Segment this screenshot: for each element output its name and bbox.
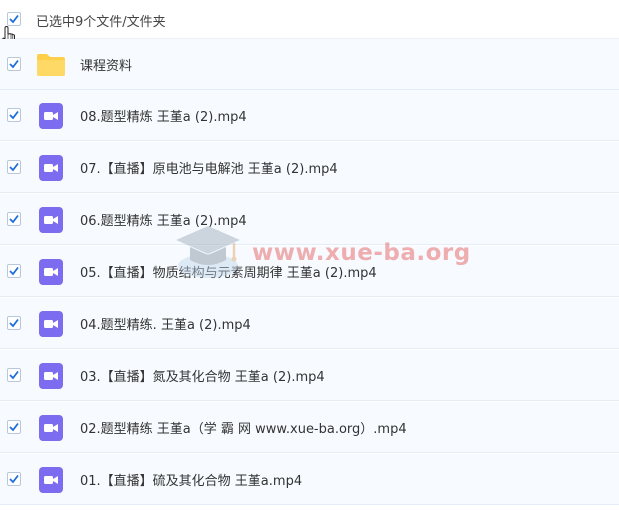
item-name[interactable]: 01.【直播】硫及其化合物 王堇a.mp4 bbox=[80, 470, 302, 489]
list-item-folder[interactable]: 课程资料 bbox=[0, 39, 619, 90]
checkmark-icon bbox=[9, 370, 19, 380]
item-checkbox[interactable] bbox=[7, 160, 21, 174]
list-item-video[interactable]: 04.题型精练. 王堇a (2).mp4 bbox=[0, 298, 619, 349]
list-item-video[interactable]: 05.【直播】物质结构与元素周期律 王堇a (2).mp4 bbox=[0, 246, 619, 297]
folder-icon bbox=[37, 54, 65, 76]
list-item-video[interactable]: 07.【直播】原电池与电解池 王堇a (2).mp4 bbox=[0, 142, 619, 193]
checkmark-icon bbox=[9, 110, 19, 120]
item-checkbox[interactable] bbox=[7, 420, 21, 434]
list-item-video[interactable]: 06.题型精炼 王堇a (2).mp4 bbox=[0, 194, 619, 245]
video-file-icon bbox=[39, 363, 63, 389]
item-checkbox[interactable] bbox=[7, 472, 21, 486]
checkmark-icon bbox=[9, 214, 19, 224]
list-item-video[interactable]: 02.题型精练 王堇a（学 霸 网 www.xue-ba.org）.mp4 bbox=[0, 402, 619, 453]
item-name[interactable]: 04.题型精练. 王堇a (2).mp4 bbox=[80, 314, 251, 333]
checkmark-icon bbox=[9, 59, 19, 69]
checkmark-icon bbox=[9, 266, 19, 276]
selection-count-label: 已选中9个文件/文件夹 bbox=[36, 15, 166, 30]
item-checkbox[interactable] bbox=[7, 212, 21, 226]
list-item-video[interactable]: 03.【直播】氮及其化合物 王堇a (2).mp4 bbox=[0, 350, 619, 401]
item-name[interactable]: 07.【直播】原电池与电解池 王堇a (2).mp4 bbox=[80, 158, 338, 177]
item-checkbox[interactable] bbox=[7, 108, 21, 122]
checkmark-icon bbox=[9, 422, 19, 432]
item-name[interactable]: 03.【直播】氮及其化合物 王堇a (2).mp4 bbox=[80, 366, 325, 385]
item-name[interactable]: 08.题型精炼 王堇a (2).mp4 bbox=[80, 106, 247, 125]
checkmark-icon bbox=[9, 318, 19, 328]
checkmark-icon bbox=[9, 474, 19, 484]
video-file-icon bbox=[39, 207, 63, 233]
item-name[interactable]: 05.【直播】物质结构与元素周期律 王堇a (2).mp4 bbox=[80, 262, 377, 281]
item-name[interactable]: 课程资料 bbox=[80, 55, 132, 74]
video-file-icon bbox=[39, 155, 63, 181]
checkmark-icon bbox=[9, 162, 19, 172]
file-list-page: 已选中9个文件/文件夹 课程资料 08.题型精炼 王堇a (2).mp4 07.… bbox=[0, 0, 619, 511]
video-file-icon bbox=[39, 467, 63, 493]
list-item-video[interactable]: 01.【直播】硫及其化合物 王堇a.mp4 bbox=[0, 454, 619, 505]
video-file-icon bbox=[39, 415, 63, 441]
list-item-video[interactable]: 08.题型精炼 王堇a (2).mp4 bbox=[0, 90, 619, 141]
item-name[interactable]: 02.题型精练 王堇a（学 霸 网 www.xue-ba.org）.mp4 bbox=[80, 418, 407, 437]
video-file-icon bbox=[39, 103, 63, 129]
select-all-checkbox[interactable] bbox=[7, 12, 21, 26]
selection-header: 已选中9个文件/文件夹 bbox=[0, 0, 619, 46]
checkmark-icon bbox=[9, 14, 19, 24]
item-checkbox[interactable] bbox=[7, 316, 21, 330]
item-checkbox[interactable] bbox=[7, 57, 21, 71]
video-file-icon bbox=[39, 311, 63, 337]
item-checkbox[interactable] bbox=[7, 264, 21, 278]
video-file-icon bbox=[39, 259, 63, 285]
item-checkbox[interactable] bbox=[7, 368, 21, 382]
item-name[interactable]: 06.题型精炼 王堇a (2).mp4 bbox=[80, 210, 247, 229]
